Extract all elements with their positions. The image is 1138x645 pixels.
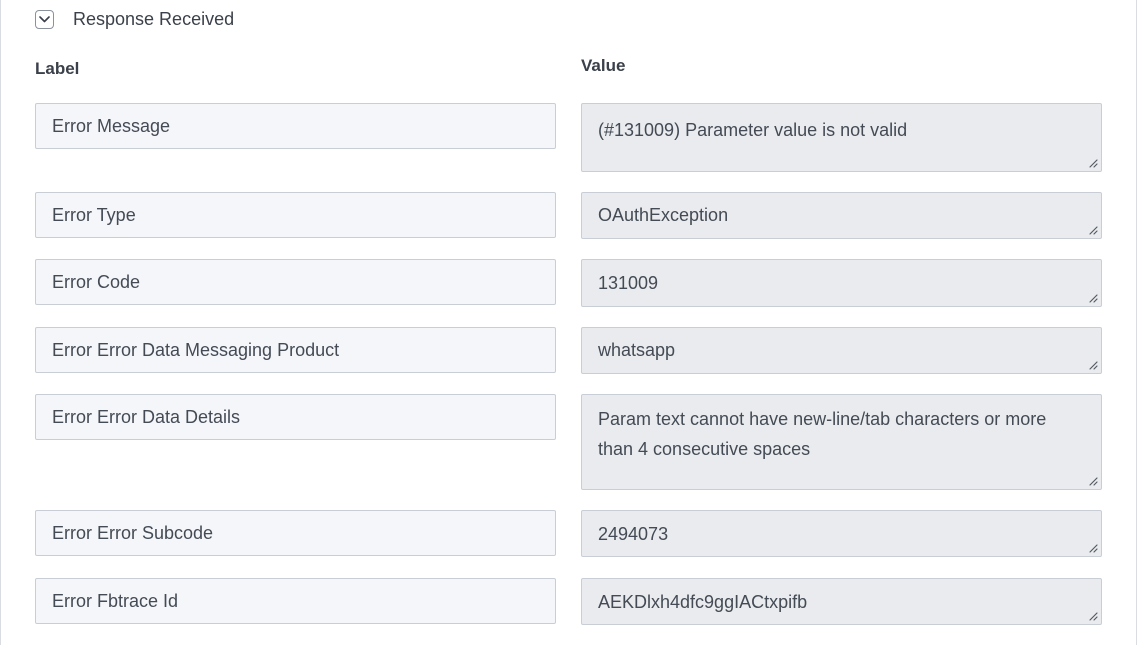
value-text: 131009 <box>598 273 659 293</box>
resize-handle-icon[interactable] <box>1088 360 1098 370</box>
label-field-error-message[interactable]: Error Message <box>35 103 556 149</box>
resize-handle-icon[interactable] <box>1088 293 1098 303</box>
value-field-error-error-subcode[interactable]: 2494073 <box>581 510 1102 557</box>
section-header: Response Received <box>35 7 234 31</box>
resize-handle-icon[interactable] <box>1088 158 1098 168</box>
value-text: whatsapp <box>598 340 676 360</box>
label-text: Error Error Data Messaging Product <box>52 340 340 360</box>
value-text: Param text cannot have new-line/tab char… <box>598 409 1047 459</box>
resize-handle-icon[interactable] <box>1088 476 1098 486</box>
value-field-error-code[interactable]: 131009 <box>581 259 1102 307</box>
label-text: Error Error Data Details <box>52 407 241 427</box>
section-title: Response Received <box>73 8 235 29</box>
value-text: 2494073 <box>598 524 669 544</box>
value-field-error-error-data-details[interactable]: Param text cannot have new-line/tab char… <box>581 394 1102 490</box>
label-field-error-fbtrace-id[interactable]: Error Fbtrace Id <box>35 578 556 624</box>
label-field-error-type[interactable]: Error Type <box>35 192 556 238</box>
label-text: Error Fbtrace Id <box>52 591 179 611</box>
value-text: (#131009) Parameter value is not valid <box>598 120 908 140</box>
value-field-error-message[interactable]: (#131009) Parameter value is not valid <box>581 103 1102 172</box>
value-field-error-type[interactable]: OAuthException <box>581 192 1102 239</box>
collapse-toggle-button[interactable] <box>35 9 54 29</box>
resize-handle-icon[interactable] <box>1088 611 1098 621</box>
label-field-error-code[interactable]: Error Code <box>35 259 556 305</box>
value-column-header: Value <box>581 56 626 75</box>
response-panel: Response Received Label Value Error Mess… <box>0 0 1137 645</box>
value-text: OAuthException <box>598 205 729 225</box>
resize-handle-icon[interactable] <box>1088 225 1098 235</box>
label-field-error-error-data-messaging-product[interactable]: Error Error Data Messaging Product <box>35 327 556 373</box>
label-text: Error Type <box>52 205 136 225</box>
value-field-error-fbtrace-id[interactable]: AEKDlxh4dfc9ggIACtxpifb <box>581 578 1102 625</box>
label-field-error-error-data-details[interactable]: Error Error Data Details <box>35 394 556 440</box>
value-text: AEKDlxh4dfc9ggIACtxpifb <box>598 592 808 612</box>
value-field-error-error-data-messaging-product[interactable]: whatsapp <box>581 327 1102 374</box>
resize-handle-icon[interactable] <box>1088 543 1098 553</box>
label-text: Error Message <box>52 116 171 136</box>
label-column-header: Label <box>35 59 80 78</box>
label-text: Error Code <box>52 272 141 292</box>
chevron-down-icon <box>39 15 50 22</box>
label-field-error-error-subcode[interactable]: Error Error Subcode <box>35 510 556 556</box>
label-text: Error Error Subcode <box>52 523 214 543</box>
